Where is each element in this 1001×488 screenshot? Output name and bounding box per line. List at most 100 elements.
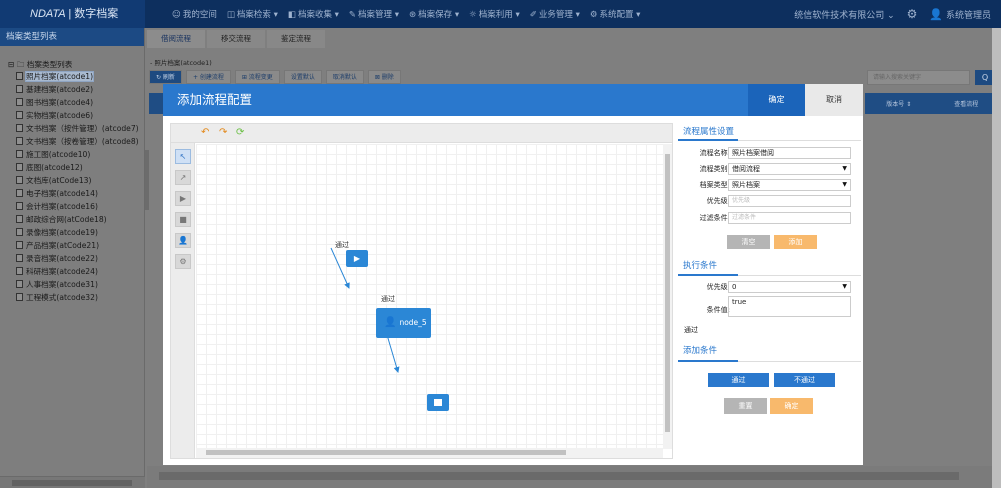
- tree-item[interactable]: 工程模式(atcode32): [8, 291, 139, 304]
- reset-button[interactable]: 重置: [724, 398, 767, 414]
- tree-item[interactable]: 会计档案(atcode16): [8, 200, 139, 213]
- user-task-icon[interactable]: 👤: [175, 233, 191, 248]
- nav-item-0[interactable]: ☺ 我的空间: [172, 8, 217, 20]
- task-node[interactable]: 👤 node_5: [376, 308, 431, 338]
- collect-icon: ◧: [287, 10, 296, 20]
- add-button[interactable]: 添加: [774, 235, 817, 249]
- tree-item-label: 施工图(atcode10): [26, 150, 91, 159]
- canvas-vscrollbar[interactable]: [663, 144, 672, 449]
- dropdown-arrow-icon: ▼: [842, 165, 847, 172]
- archive-type-select[interactable]: 照片档案 ▼: [728, 179, 851, 191]
- tab-2[interactable]: 鉴定流程: [267, 30, 325, 48]
- document-icon: [16, 202, 23, 210]
- toolbar-button-2[interactable]: ⊞ 流程变更: [234, 70, 280, 84]
- tree-item-label: 文书档案（按件管理）(atcode7): [26, 124, 139, 133]
- tree-item-label: 图书档案(atcode4): [26, 98, 94, 107]
- dialog-cancel-button[interactable]: 取消: [805, 84, 863, 116]
- tab-1[interactable]: 移交流程: [207, 30, 265, 48]
- end-tool-icon[interactable]: ■: [175, 212, 191, 227]
- flow-designer: ↶ ↷ ⟳ ↖ ↗ ▶ ■ 👤 ⚙ ▶ 通过 👤 node_5 通过: [170, 123, 673, 459]
- user-menu[interactable]: 👤 系统管理员: [929, 8, 991, 21]
- exec-priority-select[interactable]: 0 ▼: [728, 281, 851, 293]
- tree-item-label: 照片档案(atcode1): [24, 71, 95, 82]
- space-icon: ☺: [172, 10, 181, 20]
- end-node[interactable]: [427, 394, 449, 411]
- nav-item-3[interactable]: ✎ 档案管理 ▾: [349, 8, 399, 20]
- search-input[interactable]: 请输入搜索关键字: [867, 70, 970, 85]
- tree-item[interactable]: 基建档案(atcode2): [8, 83, 139, 96]
- tree-item[interactable]: 录音档案(atcode22): [8, 252, 139, 265]
- tree-item-label: 人事档案(atcode31): [26, 280, 98, 289]
- sidebar-hscrollbar[interactable]: [0, 476, 145, 488]
- toolbar-button-3[interactable]: 设置默认: [283, 70, 322, 84]
- tree-root[interactable]: ⊟ 🗀 档案类型列表: [8, 59, 139, 70]
- settings-tool-icon[interactable]: ⚙: [175, 254, 191, 269]
- col-version[interactable]: 版本号 ⇕: [865, 99, 933, 108]
- designer-canvas[interactable]: ▶ 通过 👤 node_5 通过: [196, 144, 664, 448]
- tree-item[interactable]: 文书档案（按卷管理）(atcode8): [8, 135, 139, 148]
- settings-icon[interactable]: ⚙: [907, 7, 918, 21]
- tree-item[interactable]: 人事档案(atcode31): [8, 278, 139, 291]
- select-tool-icon[interactable]: ↖: [175, 149, 191, 164]
- company-switcher[interactable]: 统信软件技术有限公司 ⌄: [794, 8, 894, 21]
- toolbar-button-0[interactable]: ↻ 刷新: [149, 70, 182, 84]
- tree-item[interactable]: 施工图(atcode10): [8, 148, 139, 161]
- tree-item[interactable]: 邮政综合网(atCode18): [8, 213, 139, 226]
- nav-label: 系统配置 ▾: [599, 10, 641, 20]
- toolbar-button-1[interactable]: + 创建流程: [185, 70, 231, 84]
- nav-item-5[interactable]: ☼ 档案利用 ▾: [469, 8, 520, 20]
- pass-button[interactable]: 通过: [708, 373, 769, 387]
- canvas-hscrollbar[interactable]: [196, 448, 663, 458]
- cond-value-textarea[interactable]: true: [728, 296, 851, 317]
- tree-item[interactable]: 电子档案(atcode14): [8, 187, 139, 200]
- tree-item[interactable]: 录像档案(atcode19): [8, 226, 139, 239]
- connect-tool-icon[interactable]: ↗: [175, 170, 191, 185]
- sidebar-scrollbar[interactable]: [145, 150, 149, 210]
- document-icon: [16, 163, 23, 171]
- label-priority: 优先级:: [706, 197, 730, 205]
- tree-item[interactable]: 图书档案(atcode4): [8, 96, 139, 109]
- fail-button[interactable]: 不通过: [774, 373, 835, 387]
- priority-input[interactable]: 优先级: [728, 195, 851, 207]
- tree-item-label: 邮政综合网(atCode18): [26, 215, 107, 224]
- tree-item[interactable]: 实物档案(atcode6): [8, 109, 139, 122]
- dialog-title: 添加流程配置: [177, 92, 253, 107]
- redo-icon[interactable]: ↷: [219, 127, 227, 138]
- start-tool-icon[interactable]: ▶: [175, 191, 191, 206]
- nav-item-4[interactable]: ⊛ 档案保存 ▾: [409, 8, 459, 20]
- document-icon: [16, 111, 23, 119]
- nav-item-6[interactable]: ✐ 业务管理 ▾: [530, 8, 580, 20]
- nav-item-7[interactable]: ⚙ 系统配置 ▾: [590, 8, 641, 20]
- tree-item[interactable]: 产品档案(atCode21): [8, 239, 139, 252]
- toolbar-button-4[interactable]: 取消默认: [325, 70, 364, 84]
- dropdown-arrow-icon: ▼: [842, 283, 847, 290]
- undo-icon[interactable]: ↶: [201, 127, 209, 138]
- filter-input[interactable]: 过滤条件: [728, 212, 851, 224]
- nav-label: 档案收集 ▾: [297, 10, 339, 20]
- row-priority: 优先级: 优先级: [678, 195, 861, 208]
- table-header-left: [149, 93, 163, 114]
- tree-item-label: 会计档案(atcode16): [26, 202, 98, 211]
- tab-0[interactable]: 借阅流程: [147, 30, 205, 48]
- page-hscrollbar[interactable]: [147, 466, 992, 488]
- refresh-icon[interactable]: ⟳: [236, 127, 244, 138]
- tree-item-label: 工程模式(atcode32): [26, 293, 98, 302]
- tree-item-label: 录音档案(atcode22): [26, 254, 98, 263]
- start-node[interactable]: ▶: [346, 250, 368, 267]
- flow-name-input[interactable]: 照片档案借阅: [728, 147, 851, 159]
- confirm-button[interactable]: 确定: [770, 398, 813, 414]
- nav-item-2[interactable]: ◧ 档案收集 ▾: [288, 8, 339, 20]
- flow-type-select[interactable]: 借阅流程 ▼: [728, 163, 851, 175]
- archive-type-value: 照片档案: [732, 181, 760, 189]
- tree-item[interactable]: 文书档案（按件管理）(atcode7): [8, 122, 139, 135]
- tree-item[interactable]: 文档库(atCode13): [8, 174, 139, 187]
- exec-result-text: 通过: [684, 326, 698, 334]
- clear-button[interactable]: 清空: [727, 235, 770, 249]
- tree-item[interactable]: 底图(atcode12): [8, 161, 139, 174]
- toolbar-button-5[interactable]: ⊠ 删除: [367, 70, 401, 84]
- dialog-ok-button[interactable]: 确定: [748, 84, 805, 116]
- nav-item-1[interactable]: ◫ 档案检索 ▾: [227, 8, 278, 20]
- row-exec-priority: 优先级: 0 ▼: [678, 281, 861, 294]
- tree-item[interactable]: 科研档案(atcode24): [8, 265, 139, 278]
- tree-item[interactable]: 照片档案(atcode1): [8, 70, 139, 83]
